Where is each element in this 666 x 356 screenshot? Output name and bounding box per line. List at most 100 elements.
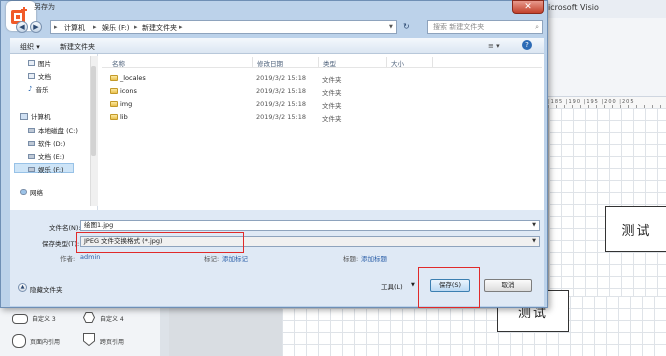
column-header-date[interactable]: 修改日期 xyxy=(257,58,283,68)
custom4-shape-icon[interactable] xyxy=(82,312,96,323)
on-page-reference-shape-icon[interactable] xyxy=(12,334,26,348)
folder-icon xyxy=(110,101,118,107)
column-header-type[interactable]: 类型 xyxy=(323,58,336,68)
off-page-reference-shape-icon[interactable] xyxy=(83,333,95,347)
folder-icon xyxy=(110,75,118,81)
file-row[interactable]: lib 2019/3/2 15:18 文件夹 xyxy=(108,112,408,123)
drive-icon xyxy=(28,140,35,146)
column-separator[interactable] xyxy=(252,57,253,67)
folder-small-icon: ▸ xyxy=(54,23,58,31)
column-header-row: 名称 修改日期 类型 大小 xyxy=(102,56,542,68)
nav-item-label: 图片 xyxy=(38,60,51,68)
savetype-highlight xyxy=(76,232,244,253)
tools-menu[interactable]: 工具(L) xyxy=(381,281,403,291)
save-button-highlight xyxy=(418,267,480,308)
file-type: 文件夹 xyxy=(322,89,342,97)
network-icon xyxy=(20,189,27,195)
file-row[interactable]: img 2019/3/2 15:18 文件夹 xyxy=(108,99,408,110)
file-date: 2019/3/2 15:18 xyxy=(256,87,306,95)
tag-value[interactable]: 添加标记 xyxy=(222,253,248,263)
title-value[interactable]: 添加标题 xyxy=(361,253,387,263)
refresh-icon[interactable]: ↻ xyxy=(403,22,410,31)
cancel-button[interactable]: 取消 xyxy=(484,279,532,292)
nav-item-label: 文档 xyxy=(38,73,51,81)
file-name: img xyxy=(120,100,133,108)
tools-dropdown-icon[interactable]: ▼ xyxy=(411,282,415,288)
visio-ribbon xyxy=(540,18,666,97)
nav-item-label: 本地磁盘 (C:) xyxy=(38,127,78,135)
author-value[interactable]: admin xyxy=(80,253,100,261)
file-date: 2019/3/2 15:18 xyxy=(256,74,306,82)
box-label: 测试 xyxy=(621,223,652,239)
help-icon[interactable]: ? xyxy=(522,40,532,50)
search-input[interactable]: 搜索 新建文件夹 ⌕ xyxy=(427,20,543,34)
file-row[interactable]: icons 2019/3/2 15:18 文件夹 xyxy=(108,86,408,97)
nav-item-computer[interactable]: 计算机 xyxy=(20,111,51,121)
new-folder-button[interactable]: 新建文件夹 xyxy=(60,42,95,52)
column-separator[interactable] xyxy=(318,57,319,67)
breadcrumb-item[interactable]: 新建文件夹 xyxy=(142,23,177,33)
collapse-icon[interactable]: ▲ xyxy=(18,283,27,292)
nav-item-label: 音乐 xyxy=(35,86,49,94)
dialog-title: 另存为 xyxy=(34,3,55,11)
nav-item-pictures[interactable]: 图片 xyxy=(28,58,51,68)
search-icon[interactable]: ⌕ xyxy=(535,21,539,33)
organize-button[interactable]: 组织 ▾ xyxy=(20,42,40,52)
column-header-size[interactable]: 大小 xyxy=(391,58,404,68)
column-separator[interactable] xyxy=(386,57,387,67)
folder-icon xyxy=(110,114,118,120)
shape-label: 页面内引用 xyxy=(30,339,61,346)
document-icon xyxy=(28,73,35,79)
breadcrumb-item[interactable]: 计算机 xyxy=(64,23,85,33)
nav-item-drive-e[interactable]: 文档 (E:) xyxy=(28,151,64,161)
nav-item-label: 娱乐 (F:) xyxy=(38,166,64,174)
search-placeholder: 搜索 新建文件夹 xyxy=(433,23,485,31)
nav-item-network[interactable]: 网络 xyxy=(20,187,43,197)
chevron-right-icon[interactable]: ▸ xyxy=(134,23,138,31)
filename-label: 文件名(N): xyxy=(49,224,81,232)
close-button[interactable]: ✕ xyxy=(512,0,544,14)
diagram-process-box[interactable]: 测试 xyxy=(605,206,666,252)
nav-item-documents[interactable]: 文档 xyxy=(28,71,51,81)
nav-item-drive-f[interactable]: 娱乐 (F:) xyxy=(28,164,64,174)
address-bar[interactable]: ▸ 计算机 ▸ 娱乐 (F:) ▸ 新建文件夹 ▸ ▼ xyxy=(50,20,397,34)
drive-icon xyxy=(28,127,35,133)
tag-label: 标记: xyxy=(204,255,220,263)
drive-icon xyxy=(28,153,35,159)
chevron-right-icon[interactable]: ▸ xyxy=(179,23,183,31)
back-arrow-icon[interactable]: ◀ xyxy=(16,21,28,33)
chevron-down-icon[interactable]: ▼ xyxy=(532,221,536,230)
visio-ruler-numbers: |185 |190 |195 |200 |205 xyxy=(548,99,635,105)
title-label: 标题: xyxy=(343,255,359,263)
nav-item-label: 网络 xyxy=(30,189,43,197)
custom3-shape-icon[interactable] xyxy=(12,314,28,324)
nav-item-drive-d[interactable]: 软件 (D:) xyxy=(28,138,65,148)
nav-scrollbar-thumb[interactable] xyxy=(91,66,96,156)
shape-label: 跨页引用 xyxy=(100,339,125,346)
nav-item-label: 文档 (E:) xyxy=(38,153,65,161)
drive-icon xyxy=(28,166,35,172)
picture-icon xyxy=(28,60,35,66)
forward-arrow-icon[interactable]: ▶ xyxy=(30,21,42,33)
hide-folders-toggle[interactable]: 隐藏文件夹 xyxy=(30,284,63,294)
file-row[interactable]: _locales 2019/3/2 15:18 文件夹 xyxy=(108,73,408,84)
file-name: icons xyxy=(120,87,137,95)
shape-label: 自定义 3 xyxy=(32,316,56,323)
file-type: 文件夹 xyxy=(322,115,342,123)
nav-item-label: 计算机 xyxy=(31,113,51,121)
file-name: lib xyxy=(120,113,128,121)
chevron-right-icon[interactable]: ▸ xyxy=(93,23,97,31)
command-toolbar: 组织 ▾ 新建文件夹 ≡ ▾ ? xyxy=(10,38,544,54)
file-type: 文件夹 xyxy=(322,102,342,110)
address-dropdown-icon[interactable]: ▼ xyxy=(389,24,393,30)
view-options-icon[interactable]: ≡ ▾ xyxy=(488,42,500,50)
nav-item-drive-c[interactable]: 本地磁盘 (C:) xyxy=(28,125,78,135)
file-date: 2019/3/2 15:18 xyxy=(256,113,306,121)
nav-item-music[interactable]: ♪ 音乐 xyxy=(28,84,48,94)
filename-input[interactable]: 绘图1.jpg ▼ xyxy=(80,220,540,231)
chevron-down-icon[interactable]: ▼ xyxy=(532,237,536,246)
column-separator[interactable] xyxy=(432,57,433,67)
column-header-name[interactable]: 名称 xyxy=(112,58,125,68)
breadcrumb-item[interactable]: 娱乐 (F:) xyxy=(102,23,130,33)
visio-title: icrosoft Visio xyxy=(548,3,599,12)
